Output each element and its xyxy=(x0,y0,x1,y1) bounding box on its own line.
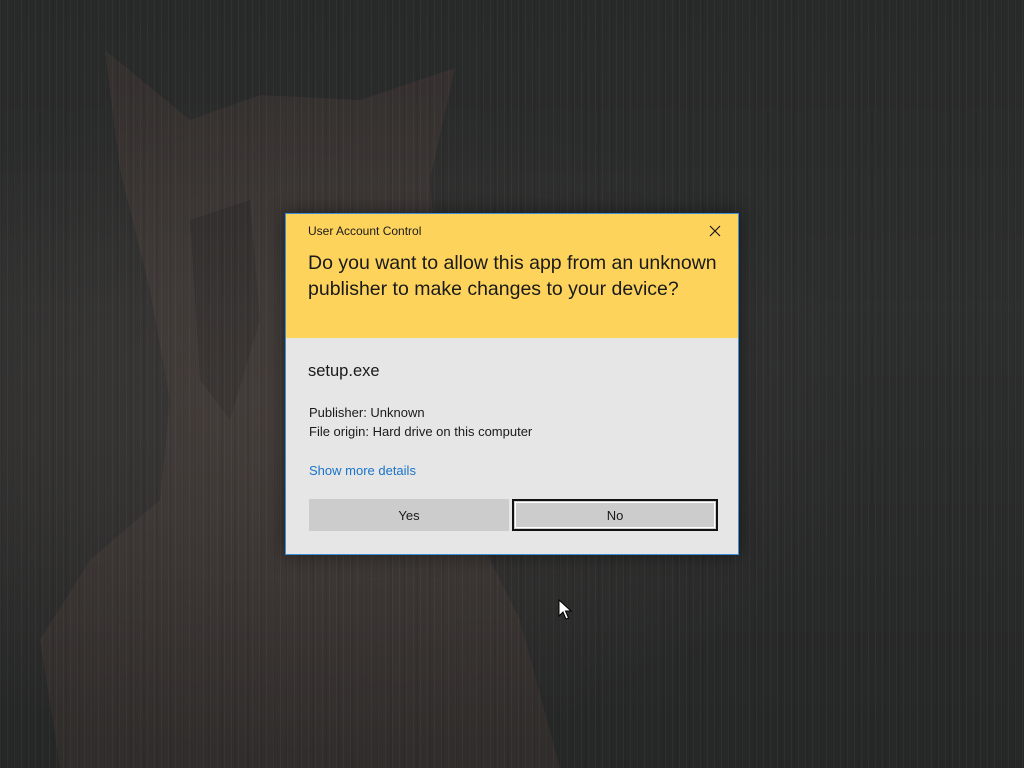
mouse-pointer-icon xyxy=(558,599,572,620)
yes-button[interactable]: Yes xyxy=(309,499,509,531)
dialog-question: Do you want to allow this app from an un… xyxy=(308,252,717,300)
no-button[interactable]: No xyxy=(512,499,718,531)
show-more-details-link[interactable]: Show more details xyxy=(309,463,416,478)
file-origin-info: File origin: Hard drive on this computer xyxy=(309,424,533,439)
uac-header: User Account Control Do you want to allo… xyxy=(286,214,738,338)
publisher-info: Publisher: Unknown xyxy=(309,405,425,420)
close-button[interactable] xyxy=(700,218,730,244)
close-icon xyxy=(709,225,721,237)
uac-dialog: User Account Control Do you want to allo… xyxy=(285,213,739,555)
desktop-wallpaper: User Account Control Do you want to allo… xyxy=(0,0,1024,768)
app-name: setup.exe xyxy=(308,362,380,380)
uac-body: setup.exe Publisher: Unknown File origin… xyxy=(286,338,738,554)
dialog-caption: User Account Control xyxy=(308,224,422,238)
